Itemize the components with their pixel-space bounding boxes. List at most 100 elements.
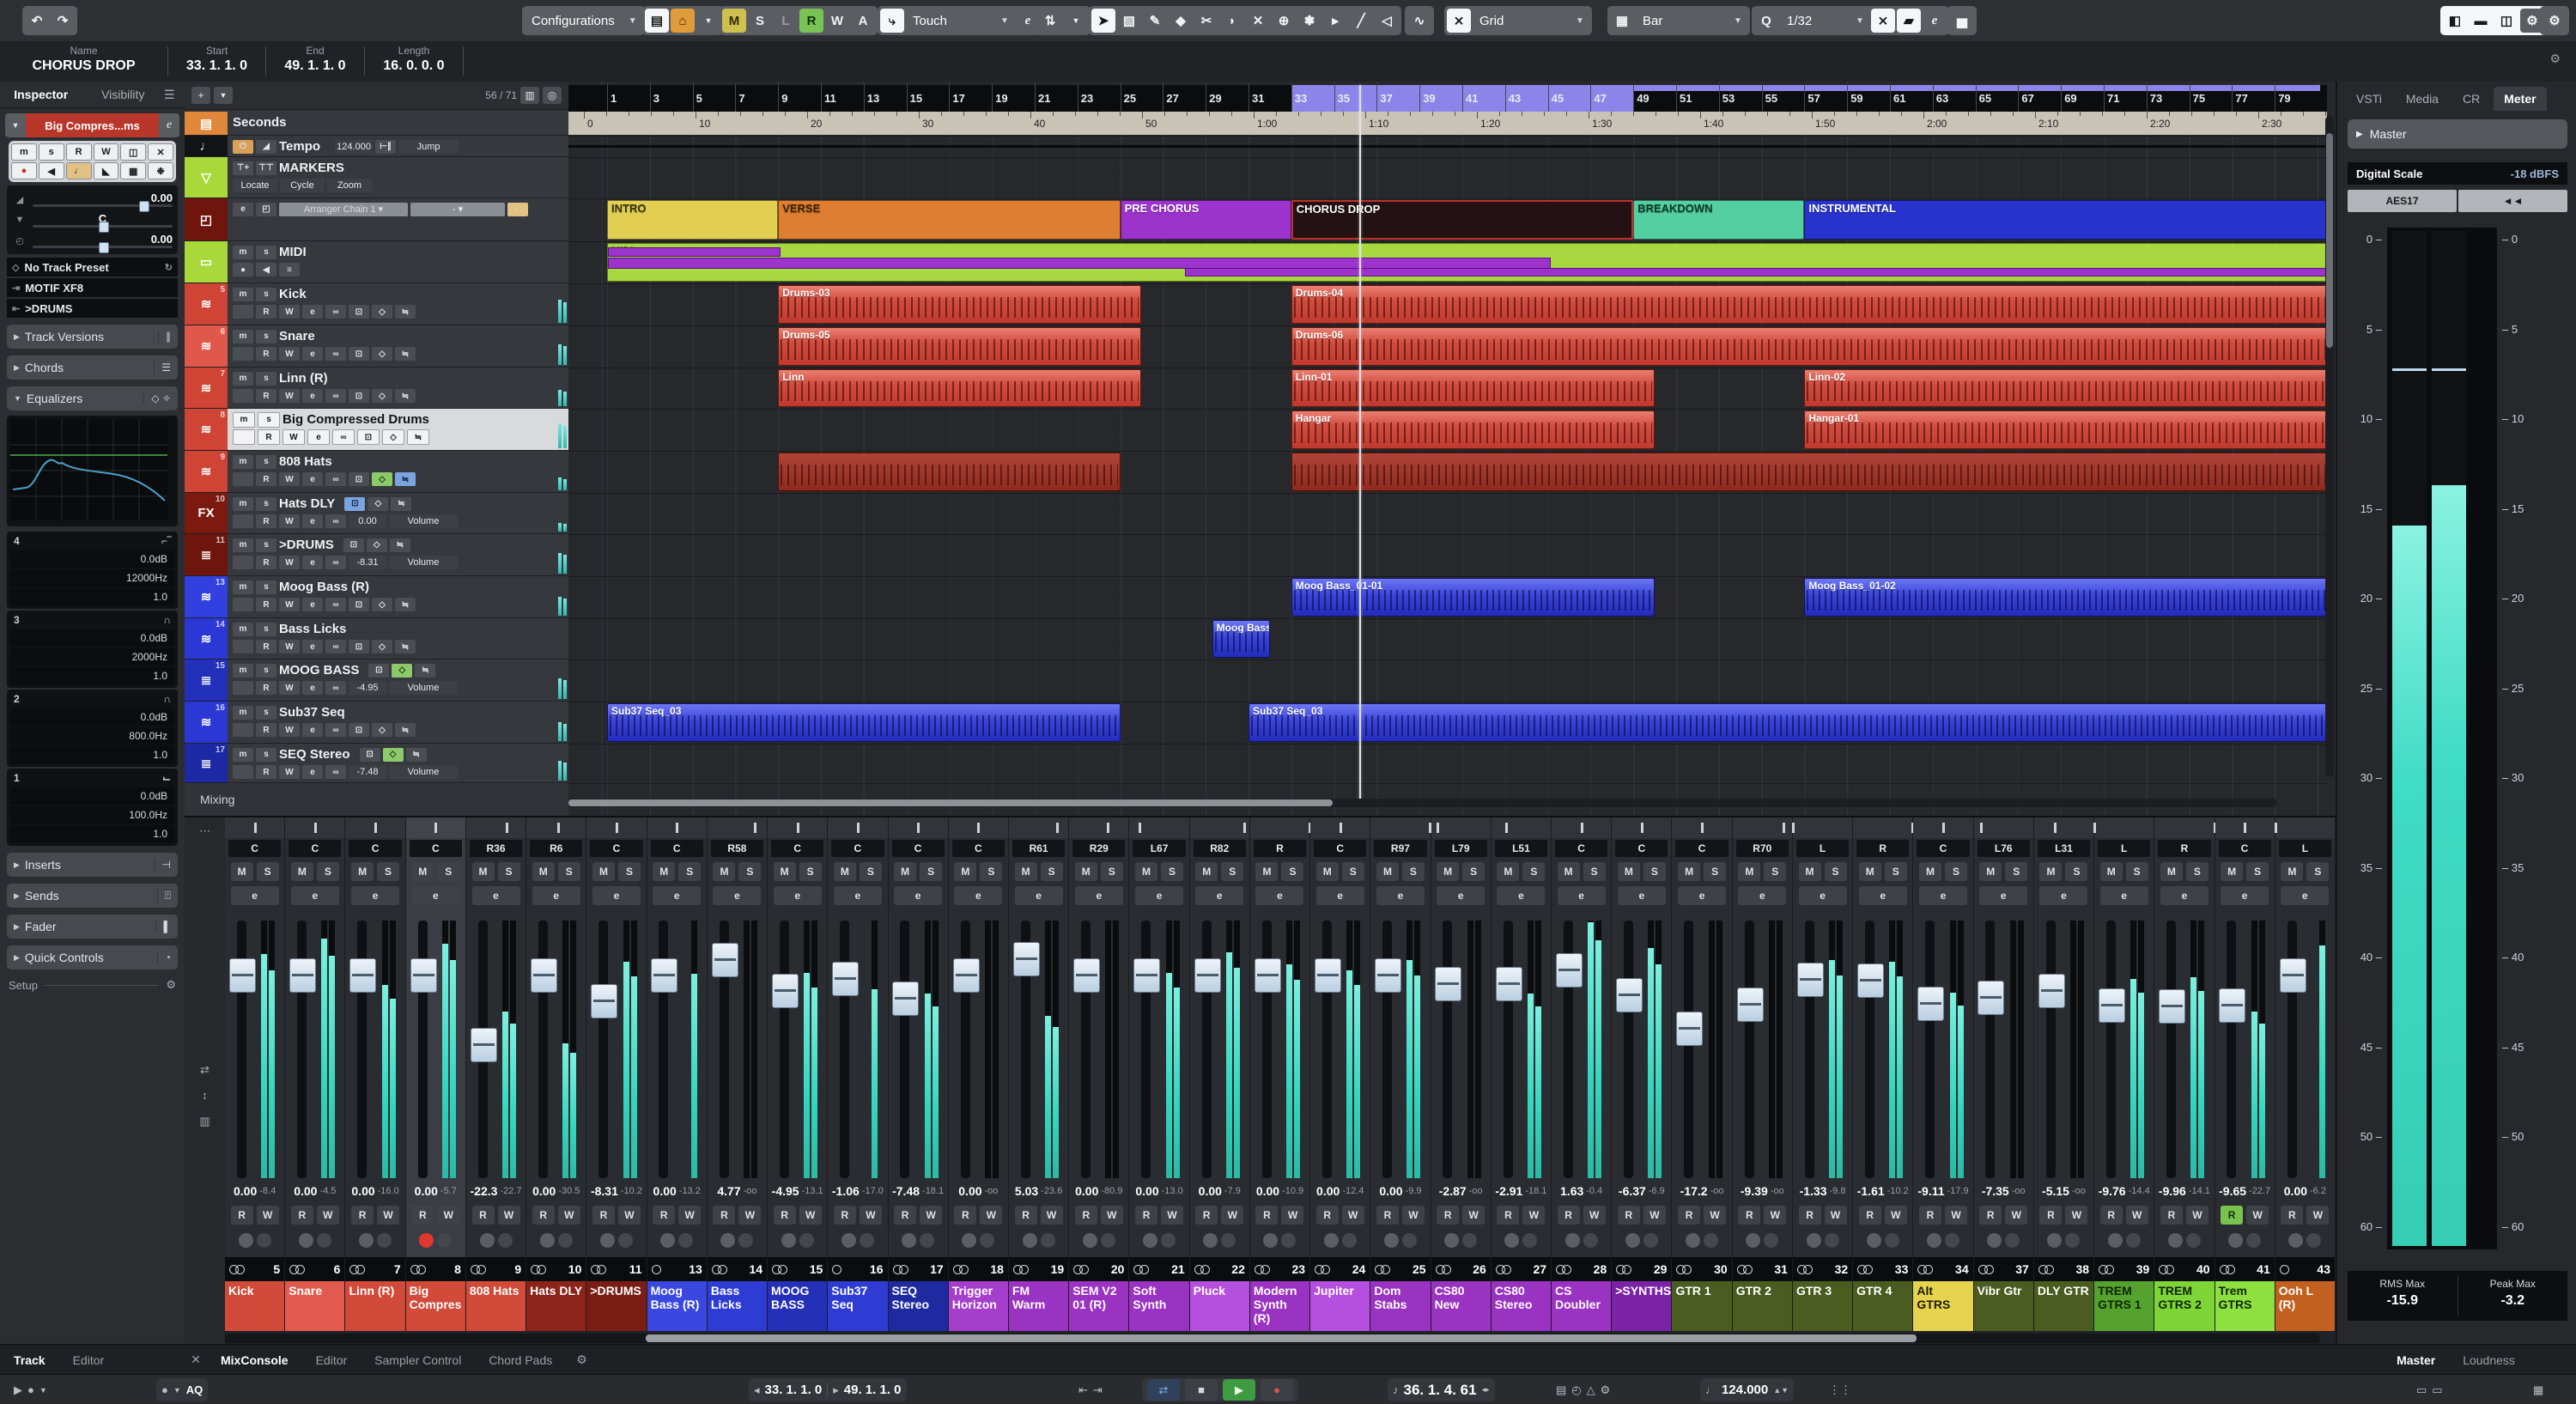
pan-control[interactable]: C <box>891 840 945 857</box>
mute-button[interactable]: M <box>1557 862 1580 881</box>
pan-control[interactable]: C <box>771 840 824 857</box>
snap-type-label[interactable]: Grid <box>1473 14 1569 28</box>
pan-control[interactable]: C <box>349 840 402 857</box>
record-checkbox[interactable] <box>233 681 253 695</box>
mute-button[interactable]: M <box>351 862 374 881</box>
strip-handle[interactable] <box>707 817 768 838</box>
eq-band-4-freq[interactable]: 12000Hz <box>10 569 174 587</box>
mixer-strip-cs-doubler[interactable]: C M Se 1.63 -0.4 R W 28 CS Doubler <box>1552 817 1613 1331</box>
arranger-chain-select[interactable]: Arranger Chain 1 ▾ <box>279 202 408 216</box>
strip-handle[interactable] <box>586 817 647 838</box>
edit-channel-button[interactable]: e <box>1979 886 2028 905</box>
event-midi[interactable]: MIDI <box>607 243 2329 282</box>
arranger-icon[interactable]: ◰ <box>256 202 276 216</box>
fader-value[interactable]: -1.61 <box>1857 1184 1885 1198</box>
solo-button[interactable]: S <box>799 862 822 881</box>
left-zone-tab-editor[interactable]: Editor <box>59 1353 118 1367</box>
midi-part[interactable] <box>608 247 781 257</box>
info-name-value[interactable]: CHORUS DROP <box>0 58 167 74</box>
solo-button[interactable]: S <box>1040 862 1063 881</box>
mute-button[interactable]: M <box>713 862 736 881</box>
record-enable-button[interactable]: ● <box>11 162 37 179</box>
record-enable-button[interactable] <box>1866 1233 1881 1248</box>
eq-band-2-gain[interactable]: 0.0dB <box>10 708 174 726</box>
write-automation-button[interactable]: W <box>93 143 119 161</box>
tempo-curve-line[interactable] <box>568 145 2327 148</box>
eq-band-1-freq[interactable]: 100.0Hz <box>10 806 174 824</box>
record-enable-button[interactable] <box>1263 1233 1279 1248</box>
pan-control[interactable]: R <box>1253 840 1307 857</box>
eq-band-4-q[interactable]: 1.0 <box>10 588 174 605</box>
channel-name[interactable]: Moog Bass (R) <box>647 1281 707 1331</box>
channel-name[interactable]: GTR 3 <box>1792 1281 1853 1331</box>
snap-icon[interactable]: ⨯ <box>1447 9 1471 33</box>
inspector-menu-icon[interactable]: ☰ <box>164 88 185 102</box>
record-enable-button[interactable] <box>1746 1233 1761 1248</box>
automation-a-button[interactable]: A <box>851 9 875 33</box>
lane-display-icon[interactable]: ▦ <box>120 162 147 179</box>
pan-control[interactable]: C <box>1555 840 1608 857</box>
channel-link-icon[interactable]: ∞ <box>325 472 346 486</box>
chevron-down-icon[interactable]: ▼ <box>39 1386 47 1395</box>
eq-band-type-icon[interactable]: ∩ <box>163 693 171 705</box>
automation-m-button[interactable]: M <box>722 9 746 33</box>
reset-meter-icon[interactable]: ◄◄ <box>2458 190 2567 212</box>
pan-control[interactable]: L51 <box>1494 840 1548 857</box>
section-track-versions[interactable]: ▶ Track Versions ∥ <box>7 325 178 349</box>
write-automation-button[interactable]: W <box>1462 1206 1485 1225</box>
mute-button[interactable]: m <box>233 245 253 259</box>
channel-link-icon[interactable]: ∞ <box>325 598 346 611</box>
write-automation-button[interactable]: W <box>279 389 300 403</box>
vertical-scrollbar[interactable] <box>2325 116 2334 777</box>
edit-channel-button[interactable]: e <box>2281 886 2330 905</box>
channel-name[interactable]: >DRUMS <box>586 1281 647 1331</box>
strip-handle[interactable] <box>647 817 707 838</box>
channel-link-icon[interactable]: ∞ <box>332 429 355 445</box>
peak-value[interactable]: -oo <box>2072 1186 2086 1196</box>
solo-button[interactable]: S <box>920 862 943 881</box>
mixer-strip-snare[interactable]: C M Se 0.00 -4.5 R W 6 Snare <box>285 817 346 1331</box>
event-808-hats[interactable] <box>1291 453 2329 491</box>
mixer-scrollbar[interactable] <box>225 1334 2320 1343</box>
write-automation-button[interactable]: W <box>2065 1206 2088 1225</box>
peak-value[interactable]: -4.5 <box>319 1186 336 1196</box>
automation-track-icon[interactable]: ⊡ <box>349 472 369 486</box>
write-automation-button[interactable]: W <box>1341 1206 1364 1225</box>
record-enable-button[interactable] <box>962 1233 977 1248</box>
write-automation-button[interactable]: W <box>799 1206 822 1225</box>
read-automation-button[interactable]: R <box>1315 1206 1339 1225</box>
iterative-quantize-icon[interactable]: ⨯ <box>1870 9 1895 33</box>
tempo-stepper-icons[interactable]: ▲▼ <box>1773 1386 1789 1395</box>
mute-button[interactable]: M <box>2160 862 2183 881</box>
monitor-button[interactable] <box>256 1233 271 1248</box>
automation-diamond-icon[interactable]: ◇ <box>372 598 392 611</box>
fader-handle[interactable] <box>1917 986 1945 1021</box>
monitor-button[interactable] <box>1945 1233 1959 1248</box>
fader-value[interactable]: -4.95 <box>772 1184 799 1198</box>
fader-value[interactable]: 4.77 <box>717 1184 740 1198</box>
mute-button[interactable]: M <box>1979 862 2002 881</box>
strip-handle[interactable] <box>2154 817 2216 838</box>
monitor-button[interactable] <box>1884 1233 1899 1248</box>
fader-handle[interactable] <box>1435 967 1462 1002</box>
event-drums-05[interactable]: Drums-05 <box>778 327 1142 366</box>
punch-out-icon[interactable]: ⇥ <box>1093 1383 1103 1397</box>
write-automation-button[interactable]: W <box>1884 1206 1907 1225</box>
section-fader[interactable]: ▶ Fader ▌ <box>7 915 178 939</box>
write-automation-button[interactable]: W <box>980 1206 1003 1225</box>
solo-button[interactable]: s <box>256 705 276 720</box>
mute-tool-icon[interactable]: ✕ <box>1246 9 1270 33</box>
automation-diamond-icon[interactable]: ◇ <box>368 496 389 511</box>
record-enable-button[interactable] <box>359 1233 374 1248</box>
record-checkbox[interactable] <box>233 598 253 611</box>
add-marker-icon[interactable]: ⊤+ <box>233 161 253 175</box>
chevron-down-icon[interactable]: ▼ <box>214 87 233 104</box>
channel-name[interactable]: CS80 Stereo <box>1491 1281 1552 1331</box>
mixer-strip-kick[interactable]: C M Se 0.00 -8.4 R W 5 Kick <box>225 817 286 1331</box>
automation-fader-icon[interactable]: ≒ <box>395 389 416 403</box>
left-zone-toggle-icon[interactable]: ◧ <box>2443 9 2467 33</box>
channel-name[interactable]: Hats DLY <box>526 1281 586 1331</box>
peak-value[interactable]: -oo <box>2012 1186 2026 1196</box>
track-color-swatch[interactable]: ≋ 6 <box>185 325 228 367</box>
mute-button[interactable]: M <box>471 862 495 881</box>
